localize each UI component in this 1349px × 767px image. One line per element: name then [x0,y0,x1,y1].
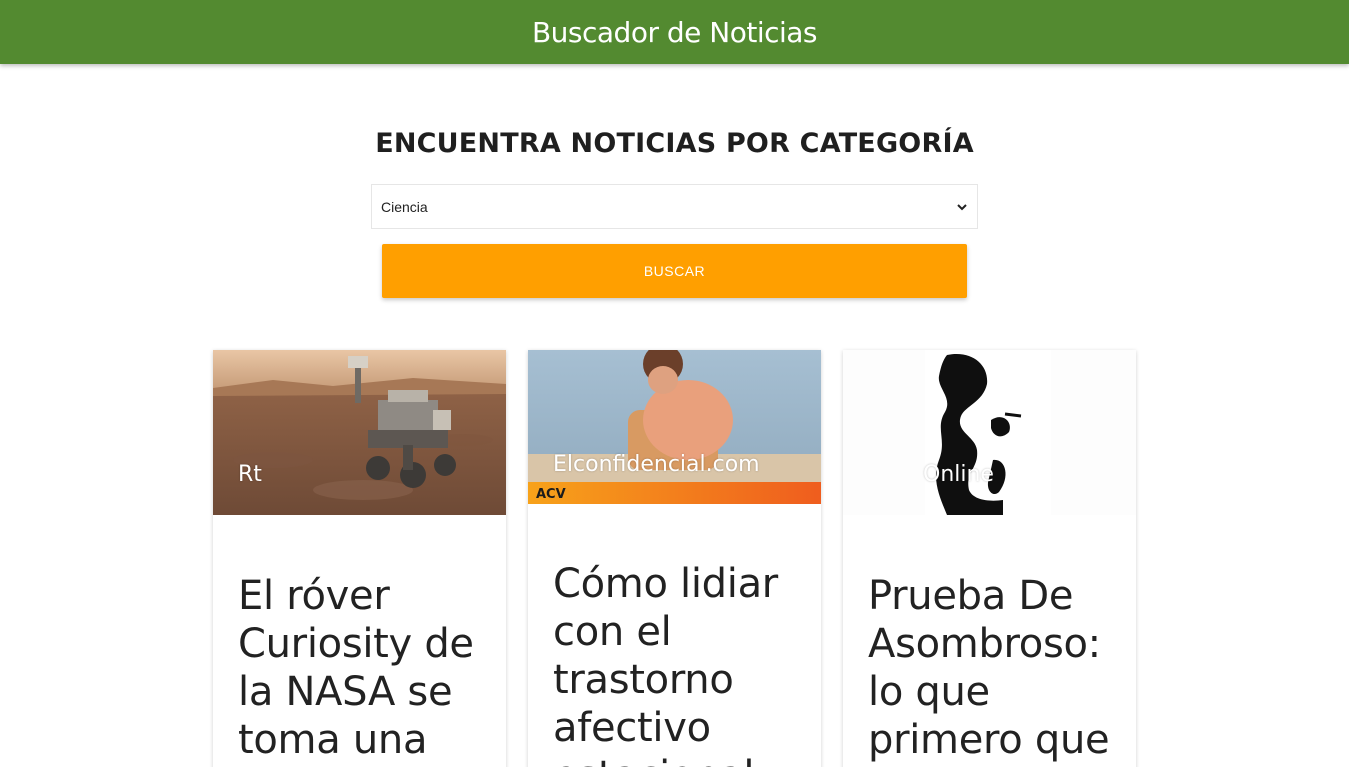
news-image-silhouette: Online [843,350,1136,515]
chevron-down-icon [957,203,967,210]
app-title: Buscador de Noticias [531,15,818,49]
category-select-value: Ciencia [381,198,428,215]
news-card[interactable]: Online Prueba De Asombroso: lo que prime… [843,350,1136,767]
news-title[interactable]: Prueba De Asombroso: lo que primero que [868,572,1123,764]
news-card[interactable]: ACV Elconfidencial.com Cómo lidiar con e… [528,350,821,767]
news-source: Online [923,462,994,487]
category-select[interactable]: Ciencia [371,184,978,229]
news-source: Rt [238,462,262,487]
news-title[interactable]: Cómo lidiar con el trastorno afectivo es… [553,560,808,767]
news-image-mars-rover: Rt [213,350,506,515]
news-image-person-sea: ACV Elconfidencial.com [528,350,821,504]
svg-text:ACV: ACV [536,487,566,502]
search-button[interactable]: Buscar [382,244,967,298]
navbar: Buscador de Noticias [0,0,1349,64]
news-card[interactable]: Rt El róver Curiosity de la NASA se toma… [213,350,506,767]
news-title[interactable]: El róver Curiosity de la NASA se toma un… [238,572,493,764]
news-source: Elconfidencial.com [553,452,760,477]
form-heading: ENCUENTRA NOTICIAS POR CATEGORÍA [375,128,974,159]
